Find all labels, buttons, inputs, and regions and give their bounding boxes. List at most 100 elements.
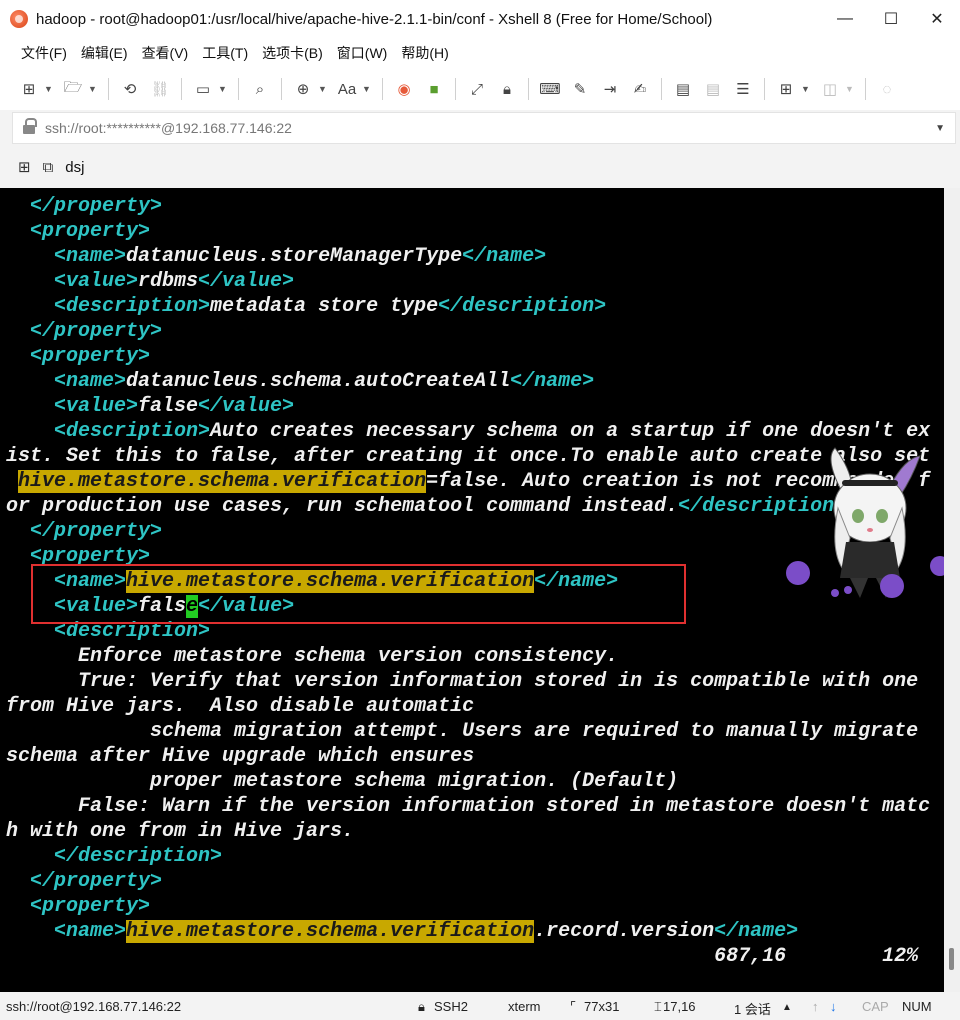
terminal-line: <name>datanucleus.schema.autoCreateAll</… xyxy=(6,369,930,394)
send-key-icon[interactable]: ⇥ xyxy=(599,78,621,100)
address-text[interactable]: ssh://root:**********@192.168.77.146:22 xyxy=(45,120,292,136)
address-bar[interactable]: ssh://root:**********@192.168.77.146:22 … xyxy=(12,112,956,144)
terminal-line: <property> xyxy=(6,894,930,919)
xml-tag: </description> xyxy=(438,295,607,318)
properties-dropdown-icon[interactable]: ▼ xyxy=(218,84,228,94)
menu-bar: 文件(F) 编辑(E) 查看(V) 工具(T) 选项卡(B) 窗口(W) 帮助(… xyxy=(0,38,960,68)
layout-icon[interactable]: ◫ xyxy=(819,78,841,100)
session-tab-dsj[interactable]: dsj xyxy=(65,159,84,176)
menu-window[interactable]: 窗口(W) xyxy=(330,43,395,63)
terminal-scrollbar[interactable] xyxy=(944,188,960,992)
terminal-text: True: Verify that version information st… xyxy=(6,670,919,693)
fullscreen-icon[interactable]: ⤢ xyxy=(466,78,488,100)
status-sessions[interactable]: 1 会话 xyxy=(734,999,771,1018)
menu-view[interactable]: 查看(V) xyxy=(135,43,196,63)
menu-edit[interactable]: 编辑(E) xyxy=(74,43,135,63)
terminal-line: <value>rdbms</value> xyxy=(6,269,930,294)
sessions-up-icon[interactable]: ▲ xyxy=(782,1002,792,1013)
terminal-text: False: Warn if the version information s… xyxy=(6,795,931,818)
close-button[interactable]: ✕ xyxy=(914,0,960,38)
terminal-line: True: Verify that version information st… xyxy=(6,669,930,694)
menu-tabs[interactable]: 选项卡(B) xyxy=(255,43,330,63)
terminal-text: .record.version xyxy=(534,920,715,943)
toolbar-divider xyxy=(238,78,239,100)
terminal-text: datanucleus.schema.autoCreateAll xyxy=(126,370,511,393)
log-stop-icon[interactable]: ▤ xyxy=(702,78,724,100)
menu-file[interactable]: 文件(F) xyxy=(14,43,74,63)
new-session-dropdown-icon[interactable]: ▼ xyxy=(44,84,54,94)
layout-dropdown-icon[interactable]: ▼ xyxy=(845,84,855,94)
terminal-line: proper metastore schema migration. (Defa… xyxy=(6,769,930,794)
terminal-line: </property> xyxy=(6,194,930,219)
xml-tag: <description> xyxy=(54,420,211,443)
upload-arrow-icon: ↑ xyxy=(812,999,819,1014)
new-tab-icon[interactable]: ⊞ xyxy=(775,78,797,100)
xml-tag: <value> xyxy=(54,270,139,293)
toolbar-divider xyxy=(281,78,282,100)
keyboard-icon[interactable]: ⌨ xyxy=(539,78,561,100)
lock-icon[interactable]: 🔒︎ xyxy=(496,78,518,100)
xftp-icon[interactable]: ■ xyxy=(423,78,445,100)
terminal-line: </description> xyxy=(6,844,930,869)
new-tab-icon[interactable]: ⊞ xyxy=(18,158,31,176)
terminal-text: or production use cases, run schematool … xyxy=(6,495,679,518)
reconnect-icon[interactable]: ⟲ xyxy=(119,78,141,100)
font-icon[interactable]: Aa xyxy=(336,78,358,100)
terminal-text: false xyxy=(138,395,199,418)
toolbar-divider xyxy=(764,78,765,100)
xml-tag: <property> xyxy=(30,345,151,368)
chat-icon[interactable]: ◌ xyxy=(876,78,898,100)
xml-tag: <value> xyxy=(54,395,139,418)
open-dropdown-icon[interactable]: ▼ xyxy=(88,84,98,94)
properties-icon[interactable]: ▭ xyxy=(192,78,214,100)
search-match: hive.metastore.schema.verification xyxy=(126,920,535,943)
encoding-dropdown-icon[interactable]: ▼ xyxy=(318,84,328,94)
xml-tag: <description> xyxy=(54,295,211,318)
lock-icon xyxy=(23,118,37,134)
xml-tag: <name> xyxy=(54,370,127,393)
xml-tag: </description> xyxy=(54,845,223,868)
script-icon[interactable]: ✍ xyxy=(629,78,651,100)
toolbar-divider xyxy=(181,78,182,100)
terminal-text: schema migration attempt. Users are requ… xyxy=(6,720,919,743)
xml-tag: <property> xyxy=(30,220,151,243)
open-folder-icon[interactable]: 🗁 xyxy=(62,78,84,100)
xml-tag: </property> xyxy=(30,195,163,218)
disconnect-icon[interactable]: ⛓ xyxy=(149,78,171,100)
search-icon[interactable]: ⌕ xyxy=(249,78,271,100)
xml-tag: </property> xyxy=(30,870,163,893)
font-dropdown-icon[interactable]: ▼ xyxy=(362,84,372,94)
new-session-icon[interactable]: ⊞ xyxy=(18,78,40,100)
scrollbar-thumb[interactable] xyxy=(949,948,954,970)
globe-icon[interactable]: ⊕ xyxy=(292,78,314,100)
status-bar: ssh://root@192.168.77.146:22 🔒︎ SSH2 xte… xyxy=(0,994,960,1020)
highlight-icon[interactable]: ✎ xyxy=(569,78,591,100)
terminal[interactable]: </property> <property> <name>datanucleus… xyxy=(0,188,944,992)
chevron-down-icon[interactable]: ▼ xyxy=(935,123,945,134)
compose-icon[interactable]: ☰ xyxy=(732,78,754,100)
xshell-icon[interactable]: ◉ xyxy=(393,78,415,100)
status-protocol: SSH2 xyxy=(434,999,468,1014)
external-link-icon[interactable]: ⧉ xyxy=(43,159,54,176)
minimize-button[interactable]: — xyxy=(822,0,868,38)
maximize-button[interactable]: ☐ xyxy=(868,0,914,38)
terminal-line: <name>hive.metastore.schema.verification… xyxy=(6,919,930,944)
xml-tag: <name> xyxy=(54,920,127,943)
xml-tag: </name> xyxy=(714,920,799,943)
title-bar: hadoop - root@hadoop01:/usr/local/hive/a… xyxy=(0,0,960,38)
terminal-text: from Hive jars. Also disable automatic xyxy=(6,695,475,718)
terminal-line: <description>metadata store type</descri… xyxy=(6,294,930,319)
xml-tag: </name> xyxy=(510,370,595,393)
menu-help[interactable]: 帮助(H) xyxy=(394,43,455,63)
log-start-icon[interactable]: ▤ xyxy=(672,78,694,100)
menu-tools[interactable]: 工具(T) xyxy=(195,43,255,63)
terminal-line: <value>false</value> xyxy=(6,394,930,419)
new-tab-dropdown-icon[interactable]: ▼ xyxy=(801,84,811,94)
